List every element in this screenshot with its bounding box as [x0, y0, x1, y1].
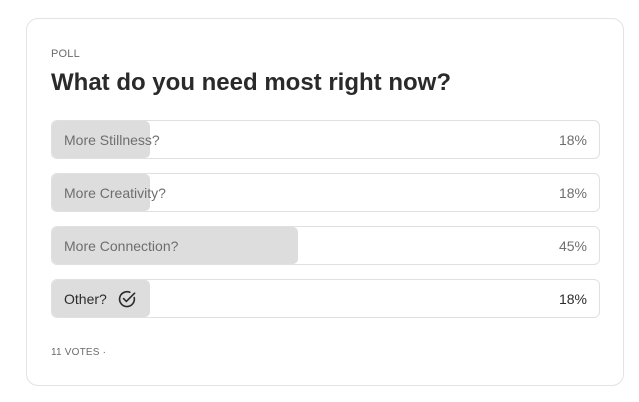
- option-label: More Stillness?: [64, 131, 160, 148]
- poll-label: POLL: [51, 48, 80, 60]
- option-percent: 18%: [558, 290, 587, 307]
- option-percent: 18%: [558, 184, 587, 201]
- option-label: Other?: [64, 290, 107, 307]
- check-circle-icon: [117, 289, 137, 309]
- poll-option-creativity[interactable]: More Creativity? 18%: [51, 173, 600, 212]
- poll-option-stillness[interactable]: More Stillness? 18%: [51, 120, 600, 159]
- poll-card: POLL What do you need most right now? Mo…: [26, 18, 624, 386]
- option-label: More Creativity?: [64, 184, 166, 201]
- poll-question: What do you need most right now?: [51, 69, 451, 96]
- option-percent: 45%: [558, 237, 587, 254]
- option-label: More Connection?: [64, 237, 179, 254]
- vote-count: 11 VOTES ·: [51, 347, 107, 358]
- poll-options: More Stillness? 18% More Creativity? 18%…: [51, 120, 600, 332]
- option-percent: 18%: [558, 131, 587, 148]
- poll-option-connection[interactable]: More Connection? 45%: [51, 226, 600, 265]
- poll-option-other[interactable]: Other? 18%: [51, 279, 600, 318]
